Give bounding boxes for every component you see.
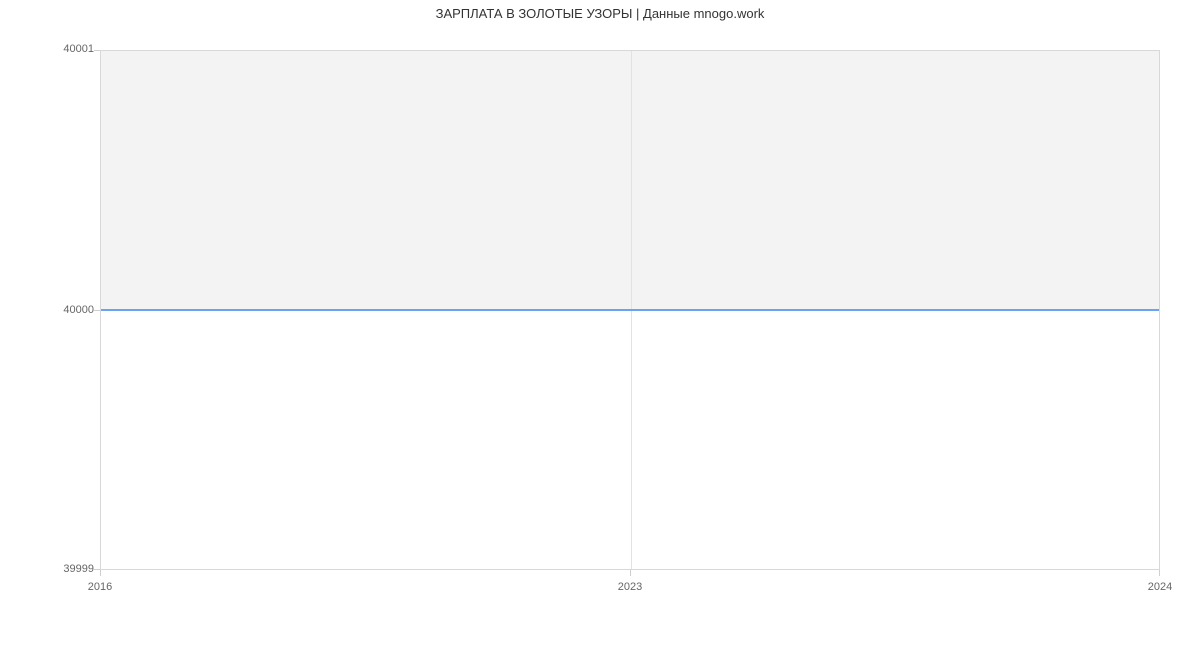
y-tick-label: 40001 bbox=[63, 43, 94, 55]
x-tick bbox=[630, 570, 631, 576]
chart-title: ЗАРПЛАТА В ЗОЛОТЫЕ УЗОРЫ | Данные mnogo.… bbox=[0, 6, 1200, 21]
data-line bbox=[101, 309, 1159, 311]
x-tick-label: 2024 bbox=[1148, 581, 1172, 593]
grid-band bbox=[101, 51, 1159, 310]
plot-area bbox=[100, 50, 1160, 570]
x-tick-label: 2016 bbox=[88, 581, 112, 593]
y-tick-label: 39999 bbox=[63, 563, 94, 575]
x-tick-label: 2023 bbox=[618, 581, 642, 593]
y-tick-label: 40000 bbox=[63, 304, 94, 316]
chart-container: ЗАРПЛАТА В ЗОЛОТЫЕ УЗОРЫ | Данные mnogo.… bbox=[0, 0, 1200, 650]
x-tick bbox=[1159, 570, 1160, 576]
x-tick bbox=[100, 570, 101, 576]
